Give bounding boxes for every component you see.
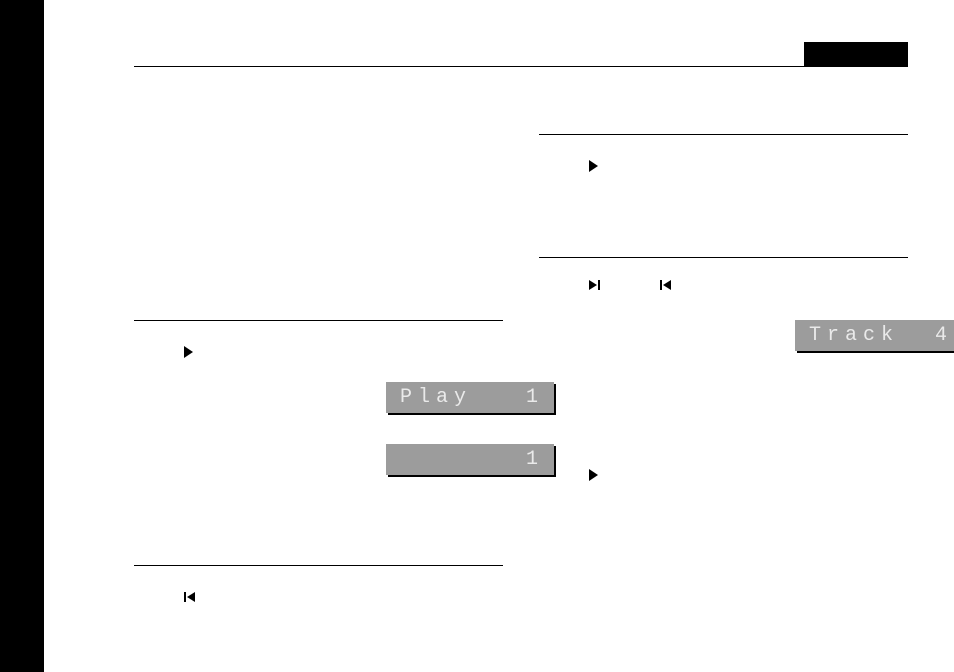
lcd-track-4: Track 4 xyxy=(795,320,954,351)
skip-prev-icon xyxy=(184,592,195,602)
section-rule xyxy=(134,565,503,566)
lcd-text: Play 1 xyxy=(400,386,544,409)
right-column: Track 4 xyxy=(539,120,908,620)
lcd-text: 1 xyxy=(400,448,544,471)
lcd-count-1: 1 xyxy=(386,444,554,475)
play-icon xyxy=(589,160,598,172)
section-rule xyxy=(134,320,503,321)
lcd-text: Track 4 xyxy=(809,324,953,347)
skip-next-icon xyxy=(589,280,600,290)
play-icon xyxy=(184,346,193,358)
section-rule xyxy=(539,134,908,135)
left-column: Play 1 1 xyxy=(134,120,503,620)
left-black-margin xyxy=(0,0,44,672)
page-content: Play 1 1 Track 4 xyxy=(44,0,954,672)
lcd-play-1: Play 1 xyxy=(386,382,554,413)
section-rule xyxy=(539,257,908,258)
play-icon xyxy=(589,469,598,481)
skip-prev-icon xyxy=(660,280,671,290)
top-horizontal-rule xyxy=(134,66,908,67)
page-tab xyxy=(804,42,908,66)
